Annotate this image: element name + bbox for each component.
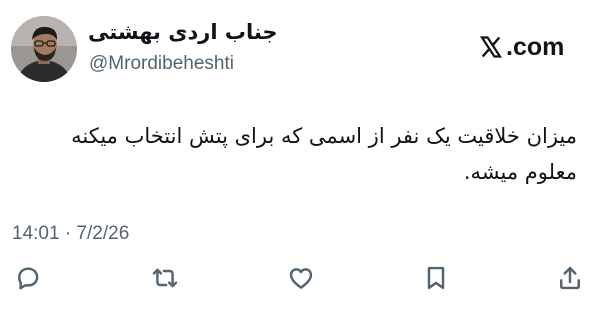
bookmark-icon [427, 266, 445, 290]
avatar-image [11, 16, 77, 82]
reply-button[interactable] [14, 264, 42, 292]
tweet-text: میزان خلاقیت یک نفر از اسمی که برای پتش … [71, 124, 577, 184]
like-button[interactable] [287, 264, 315, 292]
brand-text: .com [506, 32, 565, 61]
heart-icon [289, 268, 313, 289]
retweet-icon [152, 268, 178, 288]
user-handle[interactable]: @Mrordibeheshti [89, 52, 234, 76]
display-name[interactable]: جناب اردی بهشتی [88, 17, 278, 47]
tweet-timestamp[interactable]: 14:01 · 7/2/26 [12, 223, 129, 245]
bookmark-button[interactable] [422, 264, 450, 292]
share-icon [560, 266, 580, 290]
share-button[interactable] [556, 264, 584, 292]
avatar[interactable] [11, 16, 77, 82]
x-logo-icon [479, 36, 503, 58]
reply-icon [18, 267, 39, 290]
action-bar [8, 256, 591, 300]
brand-mark: .com [478, 30, 564, 64]
retweet-button[interactable] [151, 264, 179, 292]
